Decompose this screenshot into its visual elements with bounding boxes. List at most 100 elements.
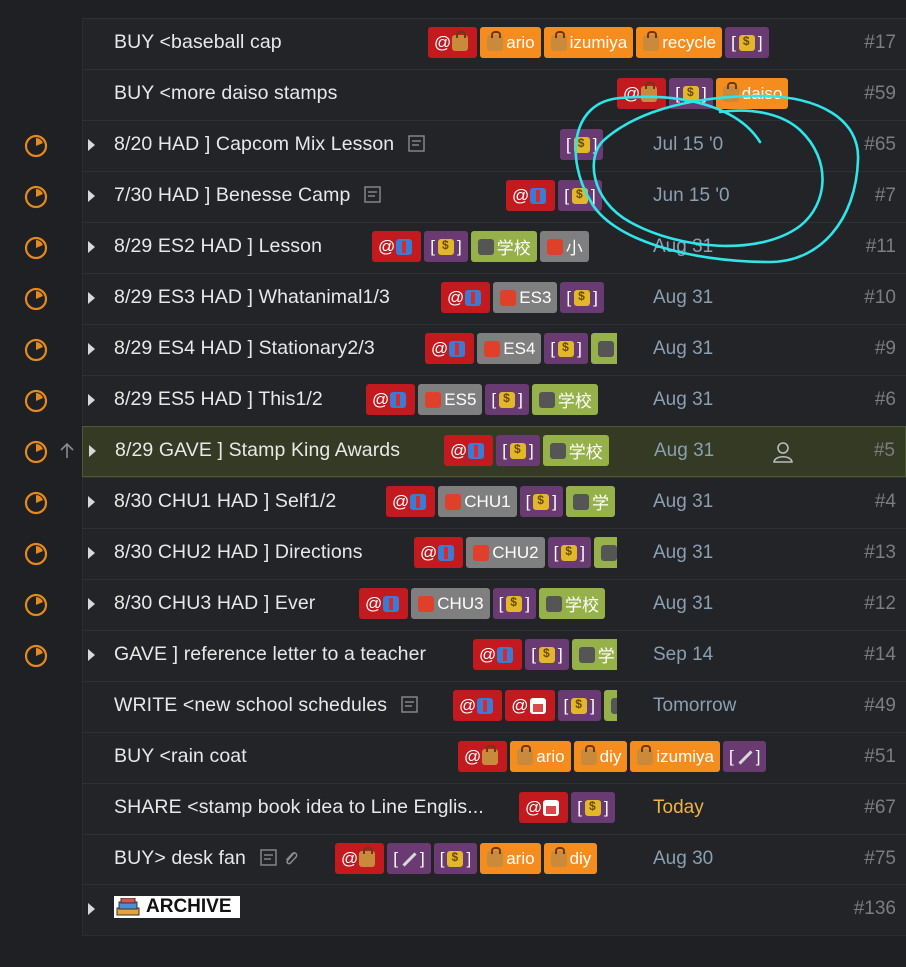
timer-icon[interactable] <box>24 644 48 668</box>
tag-chip[interactable]: [] <box>560 129 604 160</box>
tag-chip[interactable]: ES4 <box>477 333 542 364</box>
tag-chip[interactable]: [] <box>557 690 601 721</box>
task-row[interactable]: 8/29 ES4 HAD ] Stationary2/3 @ ES4 [] Aug 31… <box>82 324 906 375</box>
tag-chip[interactable]: @ <box>519 792 569 823</box>
expand-caret-icon[interactable] <box>88 139 95 151</box>
task-title[interactable]: BUY <rain coat <box>114 745 247 768</box>
task-row[interactable]: WRITE <new school schedules@@[]Tomorrow#… <box>82 681 906 732</box>
tag-chip[interactable]: @ <box>425 333 475 364</box>
tag-chip[interactable]: [] <box>492 588 537 619</box>
timer-icon[interactable] <box>24 134 48 158</box>
tag-chip[interactable]: [] <box>424 231 468 262</box>
task-row[interactable]: 8/20 HAD ] Capcom Mix Lesson [] Jul 15 '0 #… <box>82 120 906 171</box>
task-title[interactable]: 8/29 ES3 HAD ] Whatanimal1/3 <box>114 286 390 309</box>
task-title[interactable]: 8/29 ES2 HAD ] Lesson <box>114 235 322 258</box>
due-date[interactable]: Aug 31 <box>654 440 714 462</box>
expand-caret-icon[interactable] <box>88 292 95 304</box>
due-date[interactable]: Aug 31 <box>653 287 713 309</box>
task-title[interactable]: 7/30 HAD ] Benesse Camp <box>114 184 382 207</box>
task-title[interactable]: 8/30 CHU1 HAD ] Self1/2 <box>114 490 336 513</box>
tag-chip[interactable]: [] <box>519 486 564 517</box>
expand-caret-icon[interactable] <box>88 598 95 610</box>
tag-chip[interactable]: 学 <box>571 639 617 670</box>
note-icon[interactable] <box>401 696 418 713</box>
tag-chip[interactable]: [] <box>722 741 767 772</box>
task-row[interactable]: 8/30 CHU1 HAD ] Self1/2 @ CHU1 [] 学 Aug 31 #4 <box>82 477 906 528</box>
timer-icon[interactable] <box>24 593 48 617</box>
expand-caret-icon[interactable] <box>88 903 95 915</box>
task-row[interactable]: 8/29 ES3 HAD ] Whatanimal1/3 @ ES3 [] Aug 31… <box>82 273 906 324</box>
timer-icon[interactable] <box>24 440 48 464</box>
due-date[interactable]: Aug 31 <box>653 236 713 258</box>
tag-chip[interactable] <box>604 690 617 721</box>
task-row[interactable]: BUY <baseball cap @ ario izumiya recycle [] #1… <box>82 18 906 69</box>
tag-chip[interactable]: 学校 <box>542 435 609 466</box>
timer-icon[interactable] <box>24 185 48 209</box>
tag-chip[interactable]: @ <box>372 231 422 262</box>
timer-icon[interactable] <box>24 236 48 260</box>
tag-chip[interactable]: ES3 <box>493 282 558 313</box>
tag-chip[interactable]: CHU2 <box>466 537 545 568</box>
task-row[interactable]: BUY <more daiso stamps @[] daiso #59 <box>82 69 906 120</box>
timer-icon[interactable] <box>24 542 48 566</box>
note-icon[interactable] <box>408 135 425 152</box>
due-date[interactable]: Jul 15 '0 <box>653 134 723 156</box>
tag-chip[interactable]: @ <box>441 282 491 313</box>
task-row[interactable]: BUY <rain coat @ ario diy izumiya [] #51 <box>82 732 906 783</box>
note-icon[interactable] <box>260 849 277 866</box>
due-date[interactable]: Tomorrow <box>653 695 736 717</box>
attachment-icon[interactable] <box>283 849 299 867</box>
tag-chip[interactable]: diy <box>573 741 628 772</box>
task-title[interactable]: 8/30 CHU2 HAD ] Directions <box>114 541 363 564</box>
tag-chip[interactable]: @ <box>458 741 508 772</box>
tag-chip[interactable]: ario <box>480 843 541 874</box>
tag-chip[interactable]: 小 <box>539 231 589 262</box>
expand-caret-icon[interactable] <box>88 190 95 202</box>
tag-chip[interactable]: [] <box>558 180 602 211</box>
archive-row[interactable]: ARCHIVE #136 <box>82 884 906 935</box>
due-date[interactable]: Today <box>653 797 704 819</box>
due-date[interactable]: Jun 15 '0 <box>653 185 730 207</box>
expand-caret-icon[interactable] <box>88 547 95 559</box>
tag-chip[interactable]: CHU1 <box>438 486 517 517</box>
expand-caret-icon[interactable] <box>88 496 95 508</box>
tag-chip[interactable]: @ <box>428 27 478 58</box>
tag-chip[interactable]: izumiya <box>543 27 634 58</box>
tag-chip[interactable]: daiso <box>715 78 789 109</box>
due-date[interactable]: Aug 31 <box>653 491 713 513</box>
tag-chip[interactable]: ario <box>480 27 541 58</box>
move-up-arrow-icon[interactable] <box>58 442 76 460</box>
tag-chip[interactable]: @ <box>366 384 416 415</box>
task-title[interactable]: 8/29 ES5 HAD ] This1/2 <box>114 388 323 411</box>
expand-caret-icon[interactable] <box>88 343 95 355</box>
tag-chip[interactable]: [] <box>725 27 769 58</box>
tag-chip[interactable]: @ <box>506 180 556 211</box>
tag-chip[interactable]: [] <box>544 333 588 364</box>
due-date[interactable]: Aug 31 <box>653 338 713 360</box>
tag-chip[interactable]: @ <box>617 78 667 109</box>
task-title[interactable]: BUY <more daiso stamps <box>114 82 337 105</box>
tag-chip[interactable] <box>594 537 617 568</box>
timer-icon[interactable] <box>24 338 48 362</box>
timer-icon[interactable] <box>24 389 48 413</box>
tag-chip[interactable]: recycle <box>636 27 723 58</box>
due-date[interactable]: Aug 30 <box>653 848 713 870</box>
tag-chip[interactable]: izumiya <box>630 741 720 772</box>
tag-chip[interactable]: CHU3 <box>411 588 490 619</box>
task-title[interactable]: WRITE <new school schedules <box>114 694 418 717</box>
task-title[interactable]: 8/20 HAD ] Capcom Mix Lesson <box>114 133 425 156</box>
task-row[interactable]: 8/29 GAVE ] Stamp King Awards @[] 学校 Aug 31… <box>82 426 906 477</box>
assignee-icon[interactable] <box>773 441 793 463</box>
tag-chip[interactable]: [] <box>496 435 540 466</box>
task-title[interactable]: BUY> desk fan <box>114 847 299 870</box>
timer-icon[interactable] <box>24 287 48 311</box>
tag-chip[interactable]: @ <box>453 690 503 721</box>
tag-chip[interactable]: @ <box>335 843 385 874</box>
expand-caret-icon[interactable] <box>88 241 95 253</box>
tag-chip[interactable]: 学 <box>566 486 616 517</box>
task-row[interactable]: SHARE <stamp book idea to Line Englis...… <box>82 783 906 834</box>
task-title[interactable]: GAVE ] reference letter to a teacher <box>114 643 426 666</box>
tag-chip[interactable]: @ <box>359 588 409 619</box>
tag-chip[interactable]: diy <box>543 843 598 874</box>
tag-chip[interactable] <box>590 333 617 364</box>
